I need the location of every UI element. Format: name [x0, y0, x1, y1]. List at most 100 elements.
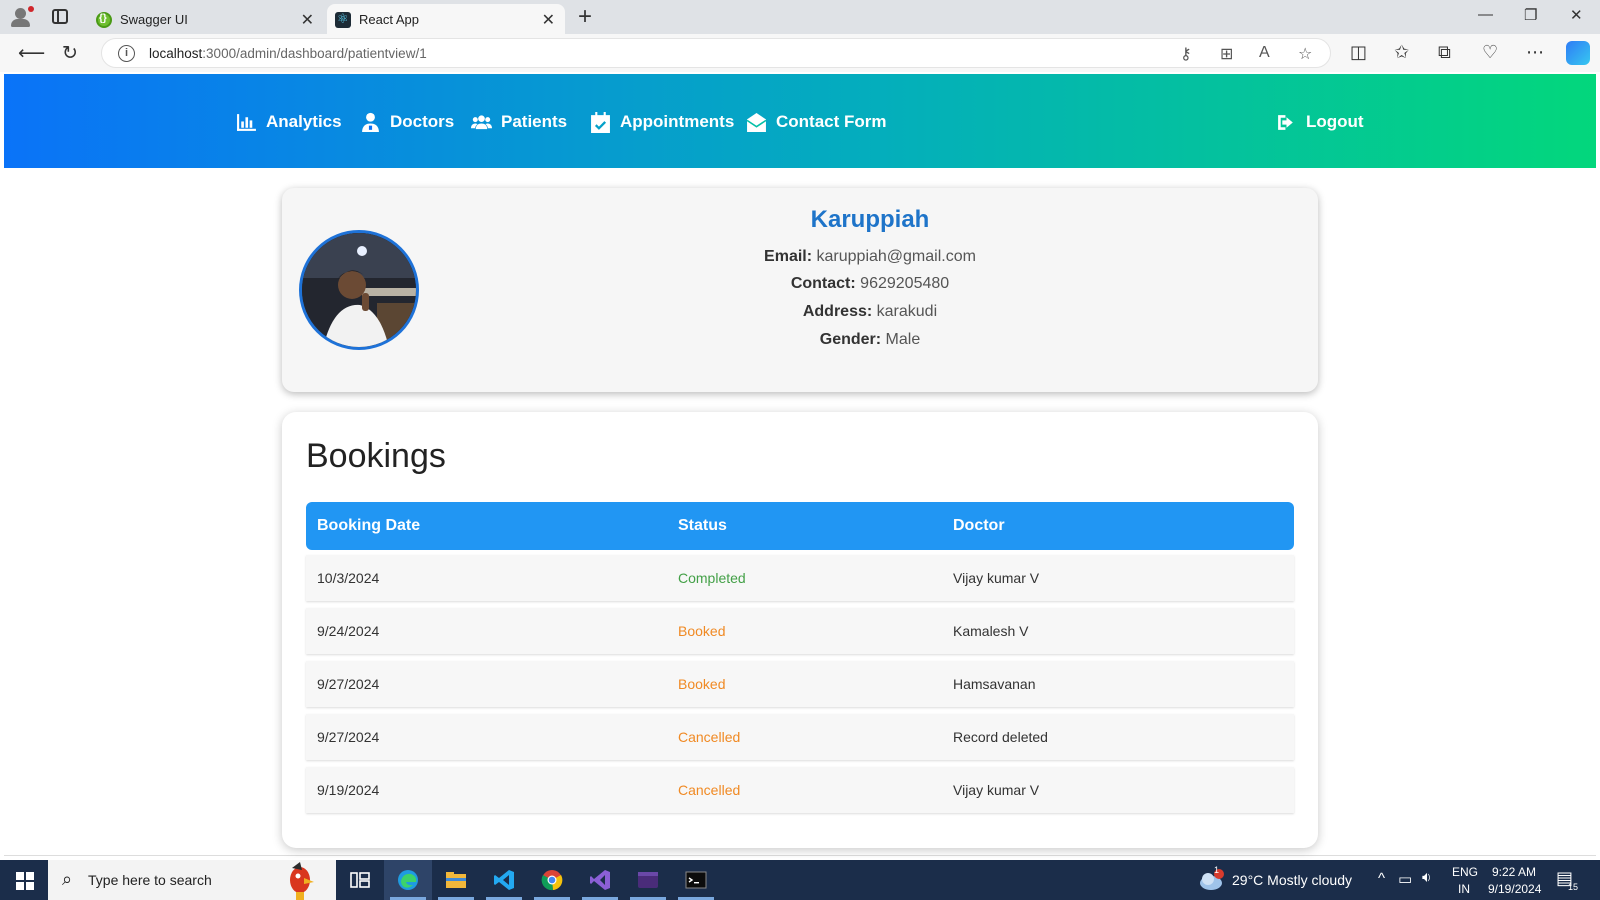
restore-icon[interactable]: ❐	[1524, 6, 1537, 24]
tab-actions-icon[interactable]	[52, 9, 68, 24]
email-label: Email:	[764, 248, 813, 265]
nav-patients[interactable]: Patients	[471, 110, 567, 134]
clock-date[interactable]: 9/19/2024	[1488, 882, 1541, 896]
address-label: Address:	[802, 303, 873, 320]
booking-date: 10/3/2024	[317, 570, 380, 586]
network-icon[interactable]: ▭	[1398, 870, 1412, 888]
profile-icon[interactable]	[8, 6, 34, 28]
patient-email-line: Email: karuppiah@gmail.com	[282, 248, 1318, 266]
nav-label: Appointments	[620, 112, 735, 131]
app-available-icon[interactable]: ⊞	[1220, 44, 1233, 64]
browser-toolbar: ⟵ ↻ i localhost:3000/admin/dashboard/pat…	[0, 34, 1600, 72]
edge-taskbar-icon[interactable]	[384, 860, 432, 900]
url-host: localhost	[149, 46, 203, 61]
site-info-icon[interactable]: i	[118, 45, 135, 62]
bookings-title: Bookings	[306, 437, 446, 475]
booking-status: Booked	[678, 623, 726, 639]
browser-essentials-icon[interactable]: ♡	[1482, 42, 1498, 63]
collections-icon[interactable]: ⧉	[1438, 42, 1451, 63]
booking-date: 9/19/2024	[317, 782, 380, 798]
settings-more-icon[interactable]: ⋯	[1526, 42, 1544, 63]
booking-status: Cancelled	[678, 729, 741, 745]
back-icon[interactable]: ⟵	[18, 42, 45, 65]
window-close-icon[interactable]: ✕	[1570, 6, 1583, 24]
search-placeholder: Type here to search	[88, 872, 212, 888]
patient-contact: 9629205480	[860, 275, 950, 292]
close-tab-icon[interactable]: ✕	[301, 10, 314, 30]
address-bar[interactable]: i localhost:3000/admin/dashboard/patient…	[101, 38, 1331, 68]
copilot-icon[interactable]	[1566, 41, 1590, 65]
clock-time[interactable]: 9:22 AM	[1492, 865, 1536, 879]
nav-label: Analytics	[266, 112, 342, 131]
react-favicon-icon	[335, 11, 351, 28]
column-status: Status	[678, 517, 727, 534]
patient-email: karuppiah@gmail.com	[816, 248, 976, 265]
nav-doctors[interactable]: Doctors	[360, 110, 454, 134]
key-icon[interactable]: ⚷	[1180, 44, 1192, 64]
bookings-table-header: Booking Date Status Doctor	[306, 502, 1294, 550]
task-view-icon[interactable]	[336, 860, 384, 900]
terminal-purple-icon[interactable]	[624, 860, 672, 900]
nav-contact-form[interactable]: Contact Form	[746, 110, 887, 134]
url-text[interactable]: localhost:3000/admin/dashboard/patientvi…	[149, 46, 427, 61]
refresh-icon[interactable]: ↻	[62, 42, 78, 65]
weather-text[interactable]: 29°C Mostly cloudy	[1232, 872, 1352, 888]
users-icon	[471, 114, 492, 129]
bookings-card: Bookings Booking Date Status Doctor 10/3…	[282, 412, 1318, 848]
logout-icon	[1278, 114, 1293, 130]
patient-address-line: Address: karakudi	[282, 303, 1318, 321]
column-booking-date: Booking Date	[317, 517, 421, 534]
booking-doctor: Vijay kumar V	[953, 570, 1040, 586]
booking-doctor: Vijay kumar V	[953, 782, 1040, 798]
app-navbar: Analytics Doctors Patients Appointments …	[4, 74, 1596, 168]
visual-studio-icon[interactable]	[576, 860, 624, 900]
vscode-icon[interactable]	[480, 860, 528, 900]
chart-bar-icon	[237, 113, 256, 131]
windows-taskbar: ⌕ Type here to search 1 29°C Mostly clou…	[0, 860, 1600, 900]
booking-status: Booked	[678, 676, 726, 692]
table-row: 9/27/2024 Cancelled Record deleted	[306, 714, 1294, 760]
nav-label: Doctors	[390, 112, 455, 131]
table-row: 9/19/2024 Cancelled Vijay kumar V	[306, 767, 1294, 813]
split-screen-icon[interactable]: ◫	[1350, 42, 1367, 63]
notification-count: 15	[1568, 882, 1579, 892]
calendar-check-icon	[591, 111, 610, 133]
chevron-up-icon[interactable]: ^	[1378, 870, 1385, 887]
booking-status: Cancelled	[678, 782, 741, 798]
nav-label: Contact Form	[776, 112, 887, 131]
nav-analytics[interactable]: Analytics	[236, 110, 342, 134]
gender-label: Gender:	[819, 331, 882, 348]
nav-appointments[interactable]: Appointments	[590, 110, 734, 134]
volume-icon[interactable]: 🔉︎	[1422, 869, 1431, 886]
favorites-icon[interactable]: ✩	[1394, 42, 1409, 63]
favorite-star-icon[interactable]: ☆	[1298, 44, 1312, 64]
language-indicator[interactable]: ENG	[1452, 865, 1478, 879]
chrome-icon[interactable]	[528, 860, 576, 900]
file-explorer-icon[interactable]	[432, 860, 480, 900]
table-row: 9/24/2024 Booked Kamalesh V	[306, 608, 1294, 654]
weather-cloud-icon[interactable]	[1198, 868, 1224, 892]
tab-react-app[interactable]: React App ✕	[327, 4, 565, 34]
tab-swagger-ui[interactable]: Swagger UI ✕	[88, 4, 324, 34]
table-row: 9/27/2024 Booked Hamsavanan	[306, 661, 1294, 707]
weather-badge: 1	[1214, 865, 1220, 875]
table-row: 10/3/2024 Completed Vijay kumar V	[306, 555, 1294, 601]
tab-title: Swagger UI	[120, 12, 188, 27]
taskbar-search-input[interactable]: ⌕ Type here to search	[48, 860, 336, 900]
windows-start-icon[interactable]	[16, 872, 34, 890]
logout-button[interactable]: Logout	[1276, 110, 1364, 134]
booking-doctor: Kamalesh V	[953, 623, 1029, 639]
minimize-icon[interactable]: —	[1478, 6, 1493, 23]
patient-profile-card: Karuppiah Email: karuppiah@gmail.com Con…	[282, 188, 1318, 392]
patient-contact-line: Contact: 9629205480	[282, 275, 1318, 293]
read-aloud-icon[interactable]: A	[1259, 44, 1270, 62]
command-prompt-icon[interactable]	[672, 860, 720, 900]
search-icon: ⌕	[62, 869, 73, 889]
tab-title: React App	[359, 12, 419, 27]
close-tab-icon[interactable]: ✕	[542, 10, 555, 30]
url-path: :3000/admin/dashboard/patientview/1	[202, 46, 427, 61]
new-tab-icon[interactable]: +	[578, 3, 592, 31]
column-doctor: Doctor	[953, 517, 1005, 534]
contact-label: Contact:	[790, 275, 856, 292]
booking-doctor: Record deleted	[953, 729, 1048, 745]
